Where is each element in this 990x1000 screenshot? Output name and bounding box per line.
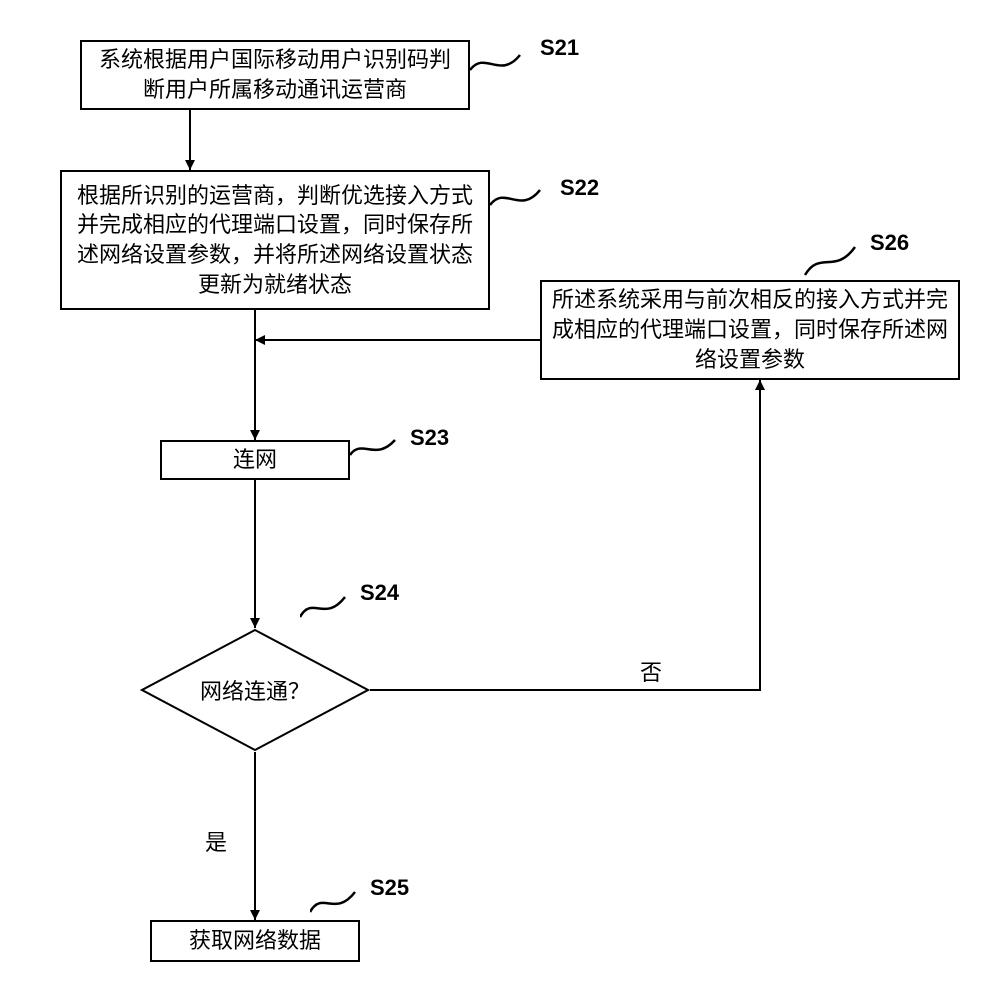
label-s22: S22 — [560, 175, 599, 201]
leader-s24 — [300, 585, 360, 625]
node-s24: 网络连通？ — [140, 628, 370, 752]
node-s26: 所述系统采用与前次相反的接入方式并完成相应的代理端口设置，同时保存所述网络设置参… — [540, 280, 960, 380]
node-s26-text: 所述系统采用与前次相反的接入方式并完成相应的代理端口设置，同时保存所述网络设置参… — [552, 285, 948, 374]
leader-s21 — [470, 40, 540, 80]
label-s23: S23 — [410, 425, 449, 451]
branch-no: 否 — [640, 655, 662, 687]
node-s23-text: 连网 — [233, 445, 277, 475]
node-s23: 连网 — [160, 440, 350, 480]
leader-s25 — [310, 880, 370, 920]
node-s22-text: 根据所识别的运营商，判断优选接入方式并完成相应的代理端口设置，同时保存所述网络设… — [72, 181, 478, 300]
node-s22: 根据所识别的运营商，判断优选接入方式并完成相应的代理端口设置，同时保存所述网络设… — [60, 170, 490, 310]
node-s24-text: 网络连通？ — [200, 674, 310, 706]
node-s25-text: 获取网络数据 — [189, 926, 321, 956]
node-s25: 获取网络数据 — [150, 920, 360, 962]
node-s21: 系统根据用户国际移动用户识别码判断用户所属移动通讯运营商 — [80, 40, 470, 110]
leader-s22 — [490, 175, 560, 215]
label-s25: S25 — [370, 875, 409, 901]
node-s21-text: 系统根据用户国际移动用户识别码判断用户所属移动通讯运营商 — [92, 45, 458, 104]
leader-s23 — [350, 430, 410, 465]
label-s24: S24 — [360, 580, 399, 606]
label-s26: S26 — [870, 230, 909, 256]
leader-s26 — [800, 235, 870, 280]
branch-yes: 是 — [205, 825, 227, 857]
flow-connectors — [0, 0, 990, 1000]
label-s21: S21 — [540, 35, 579, 61]
